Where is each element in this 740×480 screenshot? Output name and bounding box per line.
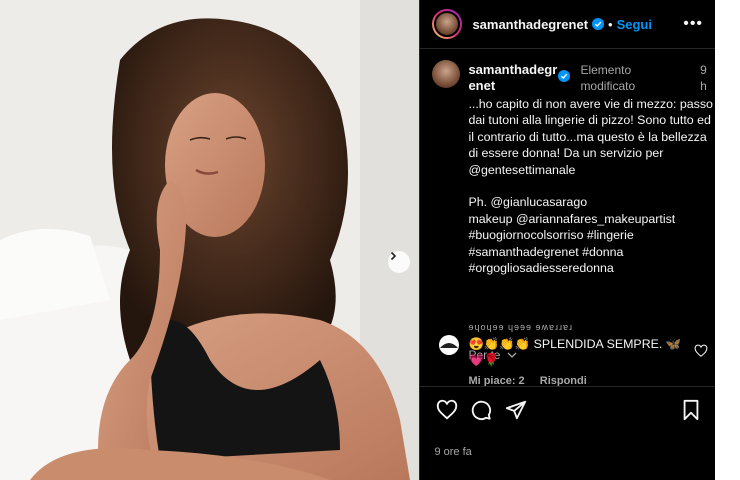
comment-text: 😍👏👏👏 SPLENDIDA SEMPRE. 🦋💗🌹: [468, 337, 682, 367]
caption-header: samanthadegrenet Elemento modificato 9 h: [468, 62, 708, 96]
page-gutter: [715, 0, 740, 480]
action-bar: [420, 386, 716, 431]
comment-item: ɘɥoɥɘɘ ɥɘɘɘ ɘʍɐɹɹɐɹ 😍👏👏👏 SPLENDIDA SEMPR…: [432, 322, 714, 390]
more-options-icon[interactable]: •••: [683, 15, 703, 33]
edited-label: Elemento modificato: [580, 63, 636, 93]
caption-text: ...ho capito di non avere vie di mezzo: …: [468, 96, 718, 276]
caption-time: 9 h: [700, 63, 707, 93]
instagram-post-view: samanthadegrenet • Segui ••• samanthadeg…: [0, 0, 740, 480]
chevron-right-icon: [390, 251, 397, 261]
post-header: samanthadegrenet • Segui •••: [420, 0, 716, 49]
verified-badge-icon: [558, 70, 571, 82]
verified-badge-icon: [592, 18, 605, 30]
follow-button[interactable]: Segui: [617, 17, 652, 32]
caption-line: #orgogliosadiesseredonna: [468, 261, 614, 276]
carousel-next-button[interactable]: [388, 251, 410, 273]
caption-line: makeup @ariannafares_makeupartist: [468, 211, 676, 226]
author-avatar[interactable]: [432, 9, 463, 39]
comment-like-icon[interactable]: [694, 344, 708, 358]
send-icon[interactable]: [505, 399, 527, 421]
post-timestamp: 9 ore fa: [434, 446, 472, 458]
comment-avatar[interactable]: [438, 334, 460, 356]
comment-username[interactable]: ɘɥoɥɘɘ ɥɘɘɘ ɘʍɐɹɹɐɹ: [468, 322, 573, 332]
avatar-image: [434, 11, 461, 37]
photo-illustration: [0, 0, 420, 480]
caption-line: ...ho capito di non avere vie di mezzo: …: [468, 97, 713, 177]
caption-line: #samanthadegrenet #donna: [468, 244, 624, 259]
caption-line: Ph. @gianlucasarago: [468, 195, 588, 210]
post-sidebar: samanthadegrenet • Segui ••• samanthadeg…: [419, 0, 718, 480]
comment-icon[interactable]: [470, 399, 492, 421]
bookmark-icon[interactable]: [681, 399, 701, 421]
caption-username[interactable]: samanthadegrenet: [468, 62, 560, 94]
author-username[interactable]: samanthadegrenet: [472, 17, 588, 32]
separator-dot: •: [608, 16, 613, 32]
post-photo: [0, 0, 420, 480]
caption-line: #buogiornocolsorriso #lingerie: [468, 228, 634, 243]
caption-avatar[interactable]: [432, 60, 461, 88]
heart-icon[interactable]: [436, 399, 458, 421]
